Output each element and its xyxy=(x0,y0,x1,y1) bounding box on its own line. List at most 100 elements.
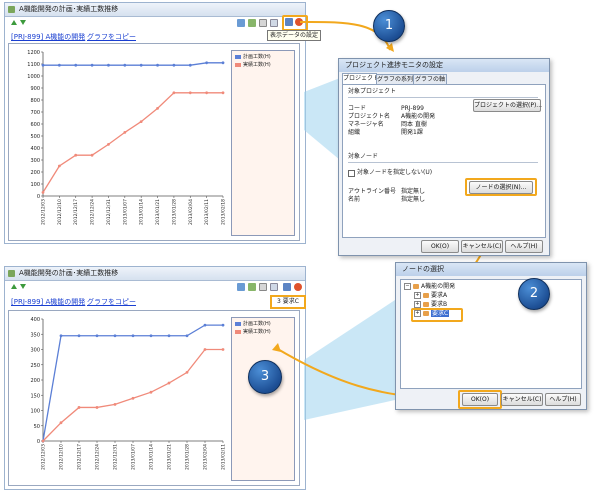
export-icon[interactable] xyxy=(259,19,267,27)
tab-project[interactable]: プロジェクト xyxy=(342,73,379,84)
section-divider xyxy=(348,162,538,163)
x-tick-label: 2012/12/24 xyxy=(90,199,96,225)
data-point xyxy=(95,334,99,338)
refresh-icon[interactable] xyxy=(248,283,256,291)
data-point xyxy=(90,153,94,157)
expand-icon[interactable]: + xyxy=(414,301,421,308)
data-point xyxy=(203,348,207,351)
y-tick-label: 200 xyxy=(30,170,40,176)
y-tick-label: 400 xyxy=(30,146,40,152)
close-icon[interactable] xyxy=(294,283,302,291)
x-tick-label: 2013/02/11 xyxy=(204,199,210,225)
panel-icon xyxy=(8,270,15,277)
data-point xyxy=(131,334,135,338)
cancel-button[interactable]: キャンセル(C) xyxy=(461,240,503,253)
row-label: コード xyxy=(348,105,367,112)
x-tick-label: 2012/12/03 xyxy=(41,199,47,225)
x-tick-label: 2013/02/04 xyxy=(203,444,209,470)
chart-area: 0 100 200 300 400 500 600 700 800 900 1000 1100 1200… xyxy=(8,43,300,241)
data-point xyxy=(123,131,127,134)
cancel-button[interactable]: キャンセル(C) xyxy=(501,393,543,406)
refresh-icon[interactable] xyxy=(248,19,256,27)
data-point xyxy=(131,396,135,400)
step-badge-3: 3 xyxy=(248,360,282,394)
help-button[interactable]: ヘルプ(H) xyxy=(505,240,543,253)
tooltip-display-data-settings: 表示データの設定 xyxy=(267,30,322,41)
data-point xyxy=(107,63,110,67)
data-point xyxy=(95,406,99,409)
x-tick-label: 2013/02/11 xyxy=(221,444,227,470)
ok-button[interactable]: OK(O) xyxy=(421,240,459,253)
chart-area: 0 50 100 150 200 250 300 350 400 2012/12/03 2012/1… xyxy=(8,310,300,486)
no-node-checkbox[interactable] xyxy=(348,170,355,177)
help-button[interactable]: ヘルプ(H) xyxy=(545,393,581,406)
tree-item-label: A機能の開発 xyxy=(421,283,456,290)
data-point xyxy=(107,143,110,146)
data-point xyxy=(167,334,171,338)
data-point xyxy=(221,323,225,327)
data-point xyxy=(156,107,159,110)
print-icon[interactable] xyxy=(270,19,278,27)
panel-title-bar: A機能開発の計画･実績工数推移 xyxy=(5,267,305,281)
x-tick-label: 2013/02/04 xyxy=(188,199,194,225)
display-data-settings-icon[interactable] xyxy=(283,283,291,291)
data-point xyxy=(77,406,81,409)
x-tick-label: 2012/12/17 xyxy=(77,444,83,470)
y-tick-label: 350 xyxy=(30,332,40,338)
data-point xyxy=(221,348,225,351)
tree-item-label: 要求A xyxy=(431,292,448,299)
copy-graph-link[interactable]: グラフをコピー xyxy=(87,297,136,307)
data-point xyxy=(139,63,143,67)
y-tick-label: 400 xyxy=(30,317,40,323)
x-tick-label: 2012/12/03 xyxy=(41,444,47,470)
export-icon[interactable] xyxy=(259,283,267,291)
project-link[interactable]: [PRJ-899] A機能の開発 xyxy=(11,32,85,42)
row-value: 開発1課 xyxy=(401,129,423,136)
highlight-selected-node xyxy=(411,308,463,322)
up-arrow-icon[interactable] xyxy=(11,284,17,289)
settings-dialog: プロジェクト進捗モニタの設定 プロジェクト グラフの系列 グラフの軸 対象プロジ… xyxy=(338,58,550,256)
x-tick-label: 2013/01/21 xyxy=(155,199,161,225)
y-tick-label: 0 xyxy=(37,194,40,200)
down-arrow-icon[interactable] xyxy=(20,284,26,289)
x-tick-label: 2013/01/14 xyxy=(139,199,145,225)
x-tick-label: 2012/12/10 xyxy=(57,199,63,225)
copy-graph-link[interactable]: グラフをコピー xyxy=(87,32,136,42)
expand-icon[interactable]: + xyxy=(414,292,421,299)
print-icon[interactable] xyxy=(270,283,278,291)
data-point xyxy=(185,334,189,338)
x-tick-label: 2013/01/21 xyxy=(167,444,173,470)
data-point xyxy=(59,421,63,425)
expand-icon[interactable]: − xyxy=(404,283,411,290)
y-tick-label: 100 xyxy=(30,409,40,415)
x-tick-label: 2013/01/07 xyxy=(122,199,128,225)
data-point xyxy=(205,61,209,65)
data-point xyxy=(205,91,209,95)
tree-item-label: 要求B xyxy=(431,301,448,308)
select-project-button[interactable]: プロジェクトの選択(P)... xyxy=(473,99,542,112)
data-point xyxy=(113,334,117,338)
down-arrow-icon[interactable] xyxy=(20,20,26,25)
data-point xyxy=(203,323,207,327)
node-badge: 3 要求C xyxy=(270,295,306,309)
tree-item[interactable]: + 要求A xyxy=(414,292,447,300)
row-value: 岡本 直樹 xyxy=(401,121,427,128)
y-tick-label: 1000 xyxy=(27,74,40,80)
data-point xyxy=(90,63,94,67)
settings-icon[interactable] xyxy=(237,283,245,291)
project-link[interactable]: [PRJ-899] A機能の開発 xyxy=(11,297,85,307)
tree-item-root[interactable]: − A機能の開発 xyxy=(404,283,455,291)
dialog-title: ノードの選択 xyxy=(396,263,586,276)
data-point xyxy=(185,370,189,374)
legend-item-plan: 計画工数(H) xyxy=(235,321,271,327)
data-point xyxy=(77,334,81,338)
y-tick-label: 300 xyxy=(30,348,40,354)
connector-1-arrowhead xyxy=(386,43,394,52)
data-point xyxy=(139,120,143,123)
y-tick-label: 600 xyxy=(30,122,40,128)
data-point xyxy=(41,191,45,194)
data-point xyxy=(188,63,192,67)
highlight-select-node xyxy=(465,178,537,196)
settings-icon[interactable] xyxy=(237,19,245,27)
up-arrow-icon[interactable] xyxy=(11,20,17,25)
